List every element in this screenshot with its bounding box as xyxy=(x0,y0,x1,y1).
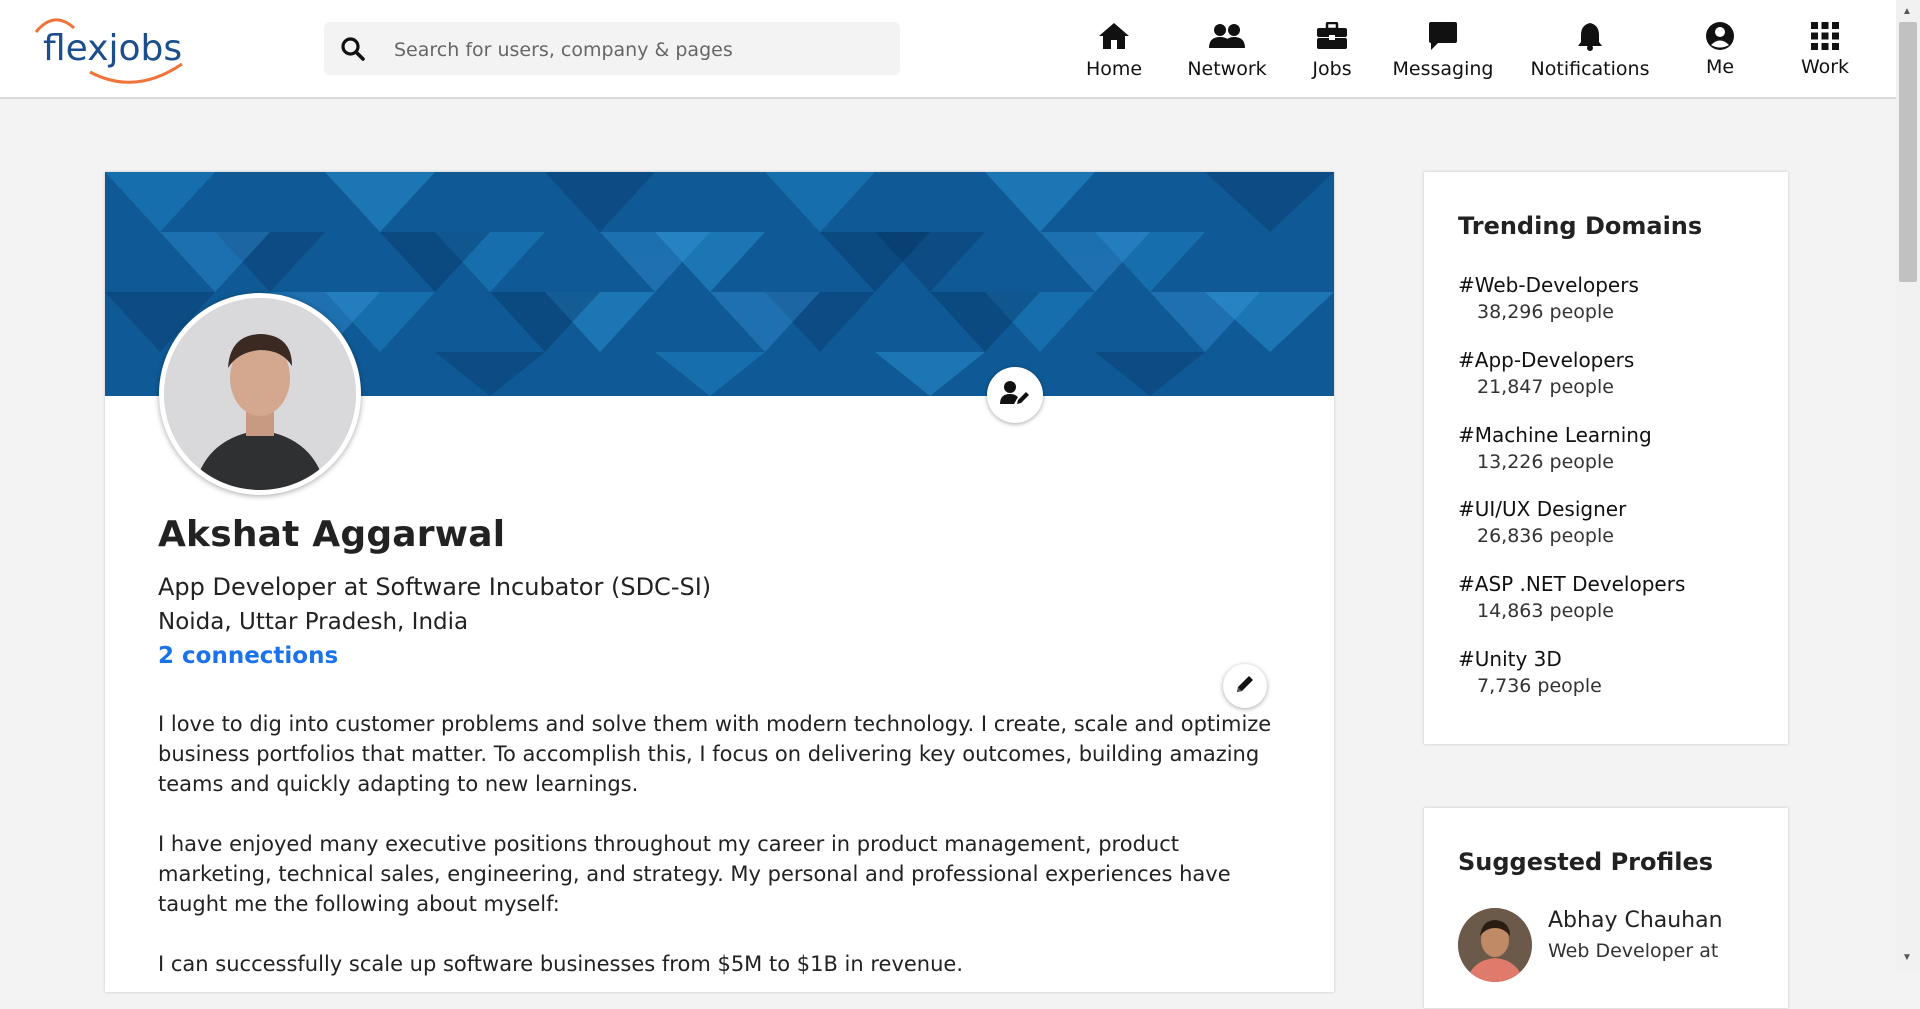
about-paragraph: I love to dig into customer problems and… xyxy=(158,712,1272,796)
scrollbar-thumb[interactable] xyxy=(1899,22,1917,282)
home-icon xyxy=(1097,20,1131,52)
profile-avatar[interactable] xyxy=(159,293,361,495)
nav-work[interactable]: Work xyxy=(1796,20,1854,82)
page-scrollbar[interactable]: ▲ ▼ xyxy=(1896,0,1920,972)
trending-domain-item[interactable]: #Machine Learning 13,226 people xyxy=(1458,423,1652,473)
nav-messaging[interactable]: Messaging xyxy=(1393,20,1493,82)
nav-network-label: Network xyxy=(1187,58,1267,80)
domain-count: 13,226 people xyxy=(1477,451,1614,473)
domain-name[interactable]: #Web-Developers xyxy=(1458,273,1639,297)
scroll-up-arrow-icon[interactable]: ▲ xyxy=(1902,6,1912,17)
profile-headline: App Developer at Software Incubator (SDC… xyxy=(158,573,712,601)
grid-icon xyxy=(1811,20,1839,52)
search-bar xyxy=(324,22,900,77)
nav-home[interactable]: Home xyxy=(1084,20,1144,82)
trending-domain-item[interactable]: #App-Developers 21,847 people xyxy=(1458,348,1634,398)
trending-title: Trending Domains xyxy=(1458,212,1703,240)
about-paragraph: I have enjoyed many executive positions … xyxy=(158,832,1231,916)
connections-link[interactable]: 2 connections xyxy=(158,643,338,669)
profile-name: Akshat Aggarwal xyxy=(158,514,506,555)
suggested-profile-role: Web Developer at xyxy=(1548,940,1719,962)
user-edit-icon xyxy=(1000,380,1030,411)
trending-domain-item[interactable]: #ASP .NET Developers 14,863 people xyxy=(1458,572,1685,622)
suggested-avatar[interactable] xyxy=(1458,908,1532,982)
top-navigation-bar: flexjobs Home Network Jobs Messaging xyxy=(0,0,1896,99)
edit-profile-button[interactable] xyxy=(987,367,1043,423)
domain-count: 14,863 people xyxy=(1477,600,1614,622)
nav-network[interactable]: Network xyxy=(1187,20,1267,82)
nav-work-label: Work xyxy=(1800,56,1850,78)
domain-name[interactable]: #ASP .NET Developers xyxy=(1458,572,1685,596)
domain-name[interactable]: #Unity 3D xyxy=(1458,647,1602,671)
nav-notifications[interactable]: Notifications xyxy=(1531,20,1649,82)
domain-count: 7,736 people xyxy=(1477,675,1602,697)
profile-card: Akshat Aggarwal App Developer at Softwar… xyxy=(105,172,1334,992)
about-section: I love to dig into customer problems and… xyxy=(158,709,1278,1009)
nav-me[interactable]: Me xyxy=(1698,20,1742,82)
search-icon[interactable] xyxy=(340,36,366,62)
bell-icon xyxy=(1576,20,1604,52)
trending-domains-card: Trending Domains #Web-Developers 38,296 … xyxy=(1424,172,1788,744)
chat-bubble-icon xyxy=(1428,20,1458,52)
scroll-down-arrow-icon[interactable]: ▼ xyxy=(1902,952,1912,963)
nav-home-label: Home xyxy=(1085,58,1143,80)
domain-name[interactable]: #App-Developers xyxy=(1458,348,1634,372)
search-input[interactable] xyxy=(392,22,886,77)
pencil-icon xyxy=(1235,674,1255,699)
suggested-profiles-card: Suggested Profiles Abhay Chauhan Web Dev… xyxy=(1424,808,1788,1008)
briefcase-icon xyxy=(1316,20,1348,52)
domain-count: 21,847 people xyxy=(1477,376,1614,398)
nav-notifications-label: Notifications xyxy=(1530,58,1650,80)
about-paragraph: I can successfully scale up software bus… xyxy=(158,952,964,976)
edit-intro-button[interactable] xyxy=(1223,664,1267,708)
nav-messaging-label: Messaging xyxy=(1392,58,1494,80)
domain-count: 38,296 people xyxy=(1477,301,1614,323)
logo-wordmark: flexjobs xyxy=(43,28,182,69)
domain-count: 26,836 people xyxy=(1477,525,1614,547)
suggested-title: Suggested Profiles xyxy=(1458,848,1714,876)
nav-jobs[interactable]: Jobs xyxy=(1310,20,1354,82)
suggested-profile-name[interactable]: Abhay Chauhan xyxy=(1548,908,1723,933)
nav-jobs-label: Jobs xyxy=(1312,58,1352,80)
nav-me-label: Me xyxy=(1705,56,1735,78)
trending-domain-item[interactable]: #Web-Developers 38,296 people xyxy=(1458,273,1639,323)
domain-name[interactable]: #Machine Learning xyxy=(1458,423,1652,447)
trending-domain-item[interactable]: #Unity 3D 7,736 people xyxy=(1458,647,1602,697)
people-icon xyxy=(1209,20,1245,52)
flexjobs-logo[interactable]: flexjobs xyxy=(30,14,185,84)
profile-location: Noida, Uttar Pradesh, India xyxy=(158,609,469,635)
domain-name[interactable]: #UI/UX Designer xyxy=(1458,497,1626,521)
trending-domain-item[interactable]: #UI/UX Designer 26,836 people xyxy=(1458,497,1626,547)
user-circle-icon xyxy=(1705,20,1735,52)
